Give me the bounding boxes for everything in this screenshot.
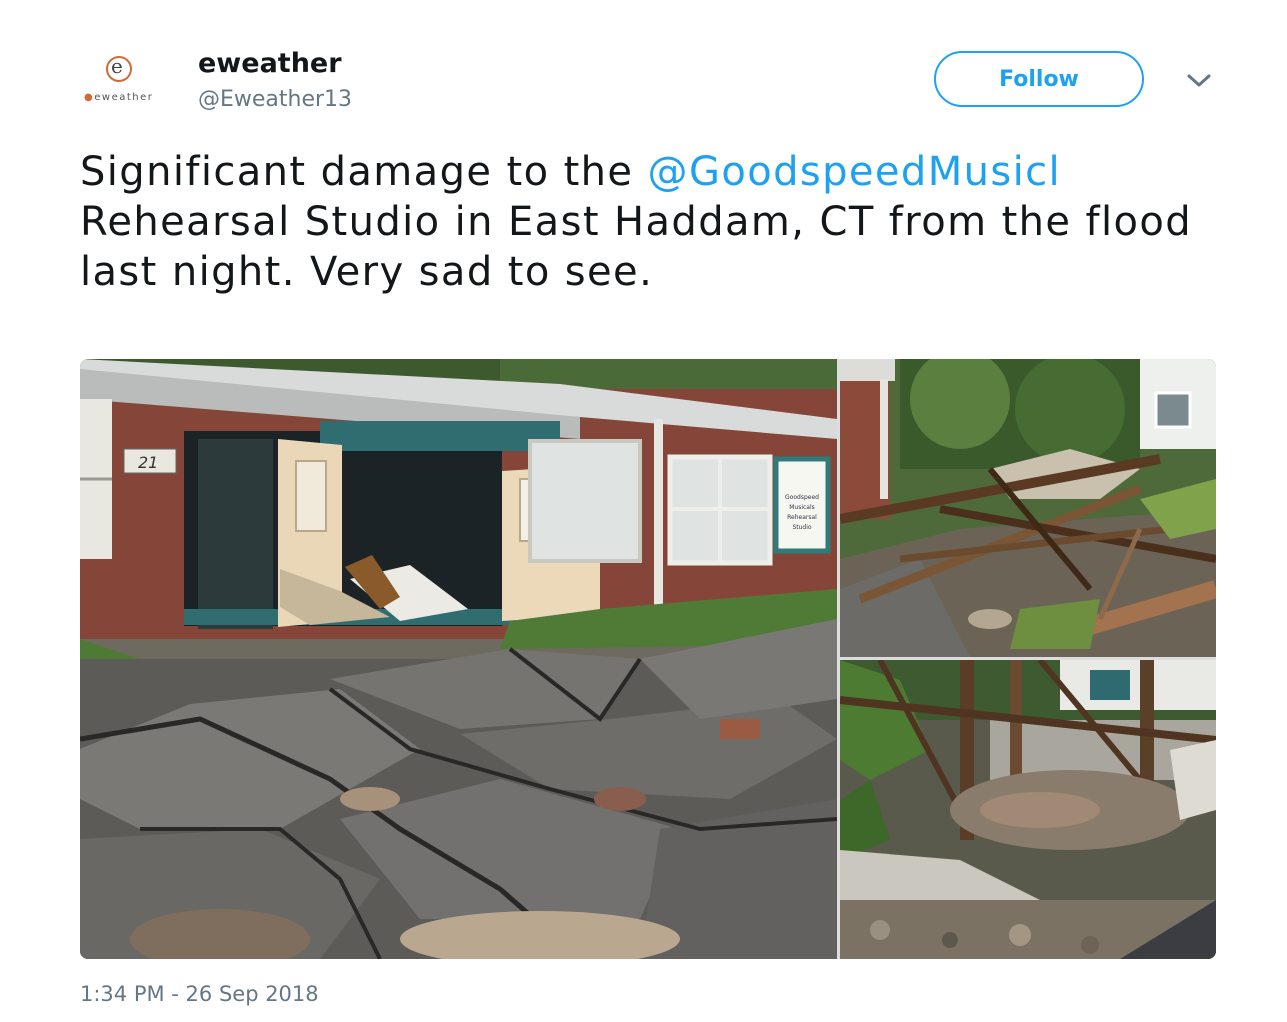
chevron-down-icon[interactable] [1184,68,1214,92]
user-handle[interactable]: @Eweather13 [198,87,352,112]
follow-button[interactable]: Follow [934,51,1144,107]
sign-line-3: Rehearsal [787,514,817,521]
tweet-text: Significant damage to the @GoodspeedMusi… [80,149,1193,295]
sign-line-1: Goodspeed [785,494,819,501]
sign-line-4: Studio [792,524,811,531]
sign-line-2: Musicals [789,504,815,511]
timestamp[interactable]: 1:34 PM - 26 Sep 2018 [80,982,319,1006]
avatar[interactable]: e ●eweather [78,50,170,112]
photo-studio-damage[interactable]: 21 Goodspeed Musicals Rehearsal Studio [80,359,837,959]
display-name[interactable]: eweather [198,48,342,79]
media-grid: 21 Goodspeed Musicals Rehearsal Studio [80,359,1216,959]
photo-washed-ground[interactable] [840,660,1216,959]
door-number: 21 [138,453,158,472]
avatar-wordmark: ●eweather [84,92,154,103]
photo-debris-pile[interactable] [840,359,1216,657]
mention-link[interactable]: @GoodspeedMusicl [648,149,1062,195]
